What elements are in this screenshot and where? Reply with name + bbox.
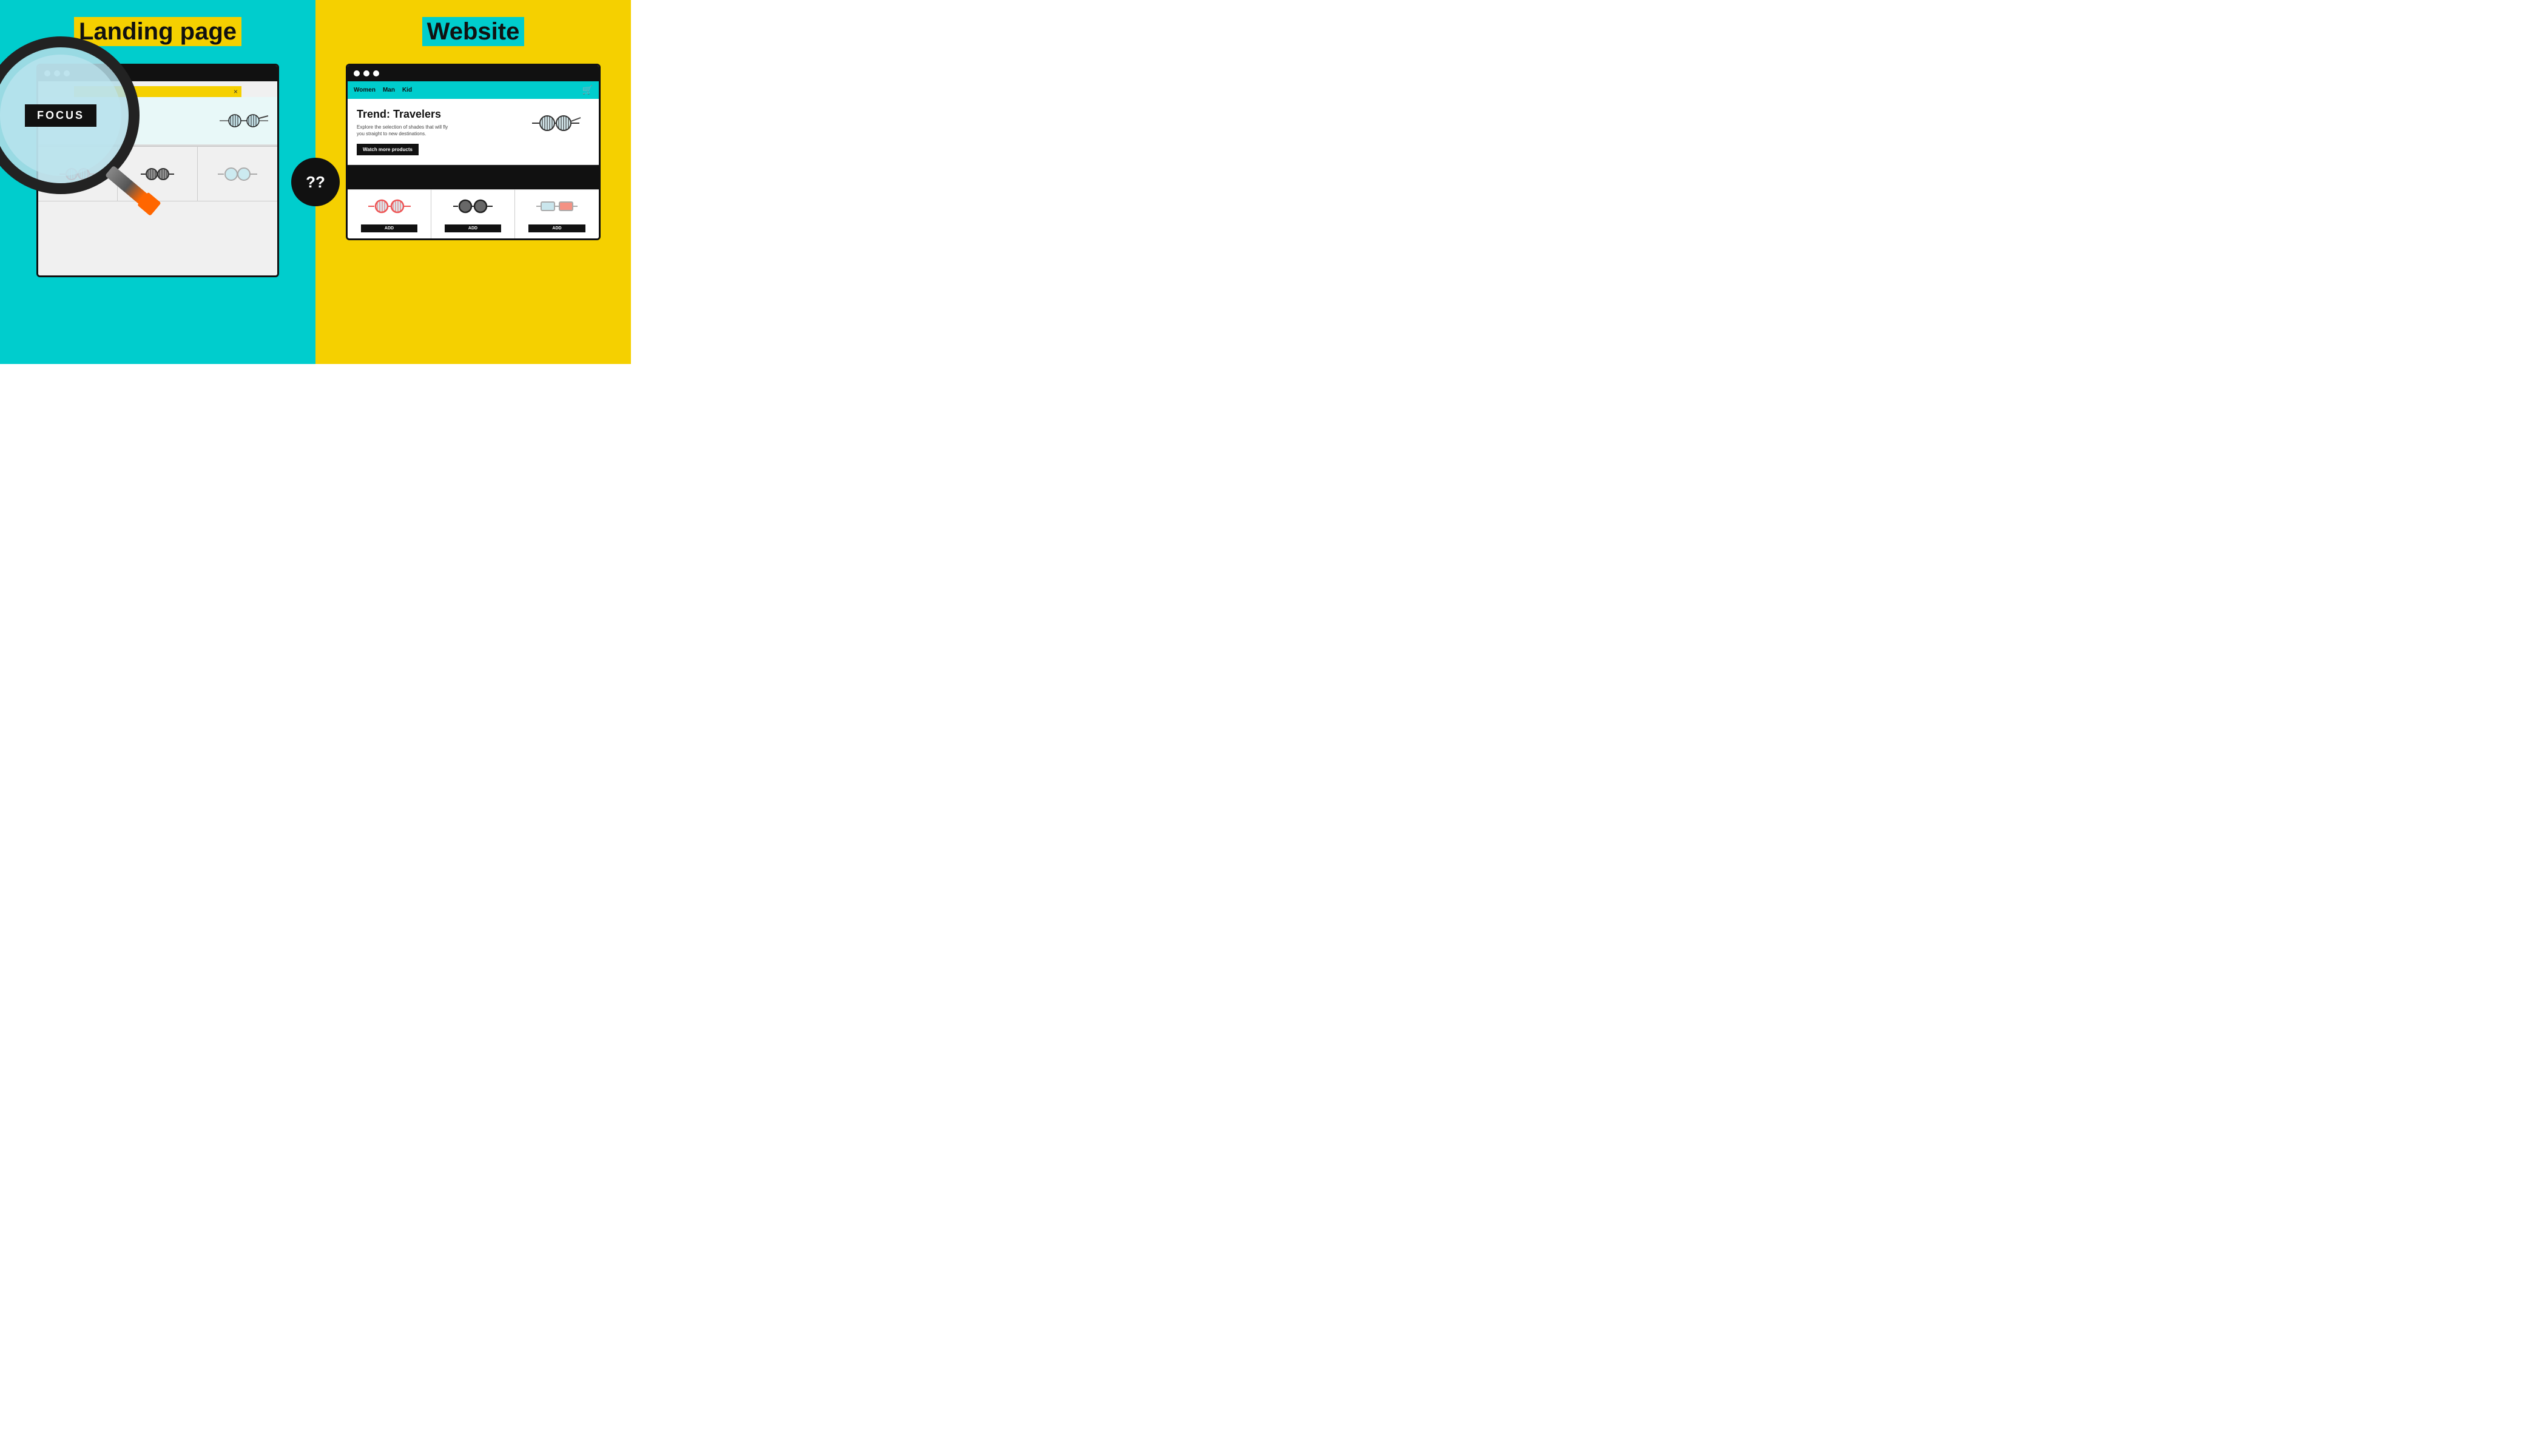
magnifying-glass: FOCUS [0, 36, 176, 231]
right-hero-glasses-icon [532, 108, 587, 138]
add-product-3-button[interactable]: ADD [528, 224, 585, 232]
right-hero-image [529, 108, 590, 138]
add-product-2-button[interactable]: ADD [445, 224, 502, 232]
question-bubble: ?? [291, 158, 340, 206]
right-product-cell-3: ADD [515, 190, 599, 238]
right-hero-title: Trend: Travelers [357, 108, 529, 121]
browser-close-icon: × [234, 87, 238, 96]
right-product-cell-1: ADD [348, 190, 431, 238]
right-hero-description: Explore the selection of shades that wil… [357, 124, 454, 137]
hero-glasses-striped [220, 109, 268, 133]
product-glasses-3d [536, 196, 578, 217]
product-glasses-orange [368, 196, 411, 217]
right-panel: Website Women Man Kid 🛒 Trend: Travelers… [315, 0, 631, 364]
nav-link-man[interactable]: Man [383, 87, 395, 93]
right-title-text: Website [422, 17, 525, 46]
right-hero-content: Trend: Travelers Explore the selection o… [357, 108, 529, 155]
right-panel-title: Website [422, 18, 525, 46]
left-panel: Landing page × raight to n [0, 0, 315, 364]
magnify-inner-ring: FOCUS [0, 55, 121, 176]
right-browser-titlebar [348, 66, 599, 81]
right-browser-nav: Women Man Kid 🛒 [348, 81, 599, 99]
comparison-container: Landing page × raight to n [0, 0, 631, 364]
add-product-1-button[interactable]: ADD [361, 224, 418, 232]
product-glasses-dark [453, 196, 493, 217]
right-divider-bar [348, 165, 599, 189]
glasses-light-icon [218, 164, 257, 184]
watch-more-products-button[interactable]: Watch more products [357, 144, 419, 155]
magnify-handle [105, 166, 160, 215]
right-hero-section: Trend: Travelers Explore the selection o… [348, 99, 599, 165]
right-product-cell-2: ADD [431, 190, 515, 238]
left-grid-cell-3 [198, 147, 277, 201]
cart-icon[interactable]: 🛒 [582, 85, 593, 95]
right-browser-dot-1 [354, 70, 360, 76]
nav-link-kid[interactable]: Kid [402, 87, 412, 93]
question-marks-text: ?? [306, 173, 325, 192]
right-browser-dot-2 [363, 70, 369, 76]
right-browser-mock: Women Man Kid 🛒 Trend: Travelers Explore… [346, 64, 601, 240]
nav-link-women[interactable]: Women [354, 87, 376, 93]
focus-label: FOCUS [25, 104, 96, 127]
right-product-grid: ADD ADD [348, 189, 599, 238]
right-browser-dot-3 [373, 70, 379, 76]
